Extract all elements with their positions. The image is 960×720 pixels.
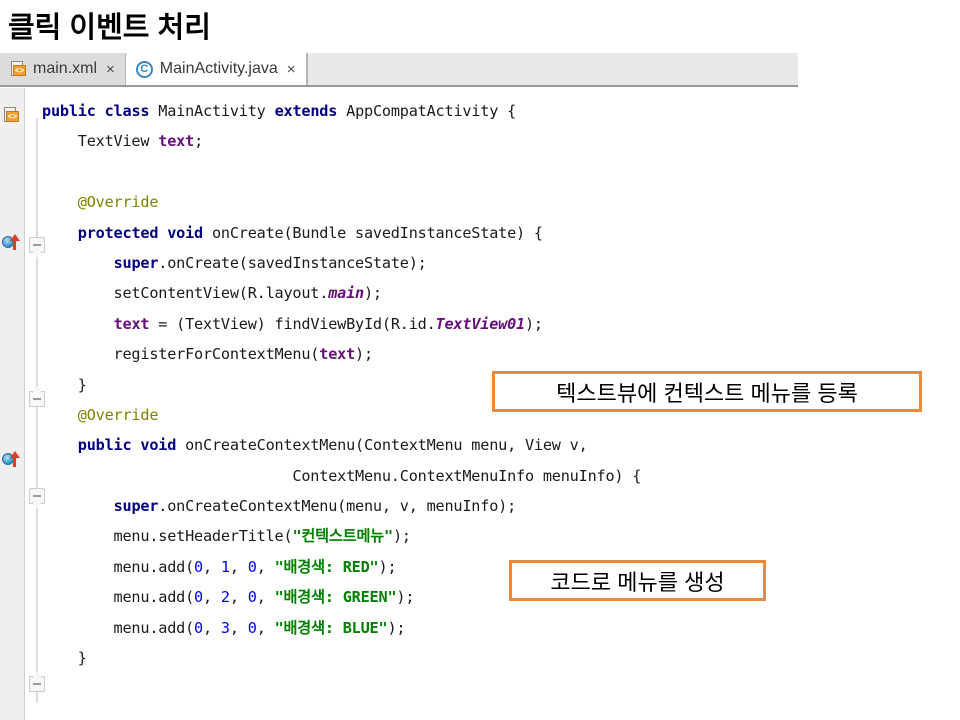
code-line: menu.setHeaderTitle("컨텍스트메뉴"); (42, 527, 412, 546)
code-line: protected void onCreate(Bundle savedInst… (77, 223, 543, 242)
callout-create-menu-in-code: 코드로 메뉴를 생성 (509, 560, 766, 601)
code-line: registerForContextMenu(text); (42, 345, 374, 364)
overriding-method-icon[interactable] (2, 233, 22, 251)
java-class-icon: C (135, 60, 153, 78)
callout-register-context-menu: 텍스트뷰에 컨텍스트 메뉴를 등록 (492, 371, 922, 412)
code-line: @Override (42, 193, 159, 212)
code-line: super.onCreate(savedInstanceState); (113, 253, 427, 272)
code-line: } (42, 649, 87, 668)
tab-mainactivity-java[interactable]: C MainActivity.java × (125, 53, 307, 85)
xml-file-icon: <> (10, 61, 26, 77)
code-line: public void onCreateContextMenu(ContextM… (77, 436, 588, 455)
code-line: ContextMenu.ContextMenuInfo menuInfo) { (42, 466, 642, 485)
code-line: public class MainActivity extends AppCom… (42, 102, 517, 120)
tab-mainactivity-java-label: MainActivity.java (159, 60, 278, 77)
xml-layout-icon[interactable]: <> (2, 106, 22, 124)
tab-main-xml[interactable]: <> main.xml × (0, 53, 126, 85)
fold-toggle-close[interactable] (29, 676, 45, 692)
editor-gutter[interactable]: <> (0, 88, 25, 720)
code-line: text = (TextView) findViewById(R.id.Text… (113, 314, 544, 333)
code-line: super.onCreateContextMenu(menu, v, menuI… (113, 497, 517, 516)
tab-main-xml-label: main.xml (33, 60, 98, 77)
code-line: setContentView(R.layout.main); (42, 284, 383, 303)
code-line: menu.add(0, 3, 0, "배경색: BLUE"); (42, 618, 406, 637)
fold-guide-line (36, 118, 38, 703)
xml-file-icon-label: <> (13, 65, 26, 76)
tab-bar-empty-area (306, 53, 798, 85)
overriding-method-icon[interactable] (2, 450, 22, 468)
close-icon[interactable]: × (287, 62, 296, 77)
code-line: TextView text; (42, 132, 204, 151)
editor-tab-bar: <> main.xml × C MainActivity.java × (0, 53, 798, 87)
close-icon[interactable]: × (106, 62, 115, 77)
page-title: 클릭 이벤트 처리 (8, 12, 211, 44)
